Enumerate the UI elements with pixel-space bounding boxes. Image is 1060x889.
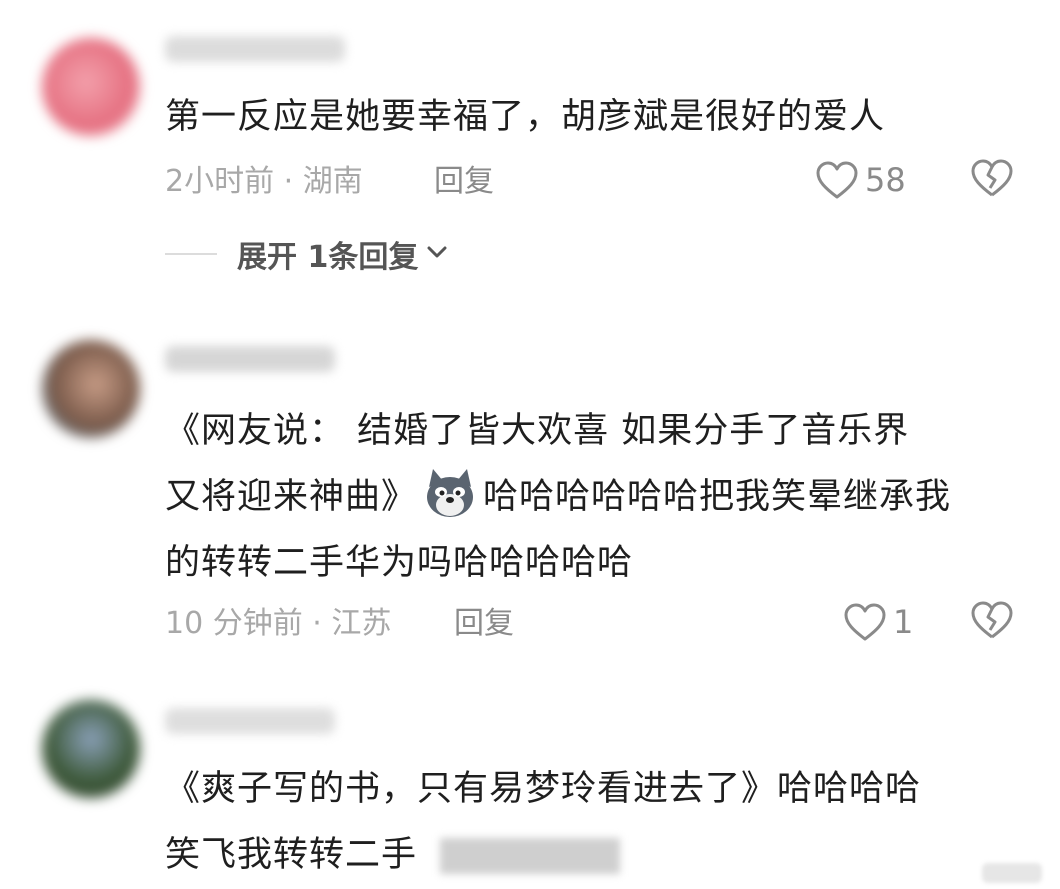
expand-replies-button[interactable]: 展开 1条回复 (165, 234, 448, 275)
broken-heart-icon (970, 159, 1014, 202)
avatar[interactable] (42, 340, 140, 438)
comment-meta: 10 分钟前 · 江苏 (165, 606, 392, 641)
obscured-text (440, 838, 620, 874)
dislike-button[interactable] (970, 600, 1014, 644)
reply-button[interactable]: 回复 (434, 162, 494, 202)
username[interactable] (165, 346, 335, 372)
comment-text-line: 《网友说： 结婚了皆大欢喜 如果分手了音乐界 (165, 411, 910, 451)
comment-text: 第一反应是她要幸福了，胡彦斌是很好的爱人 (165, 84, 1025, 150)
expand-replies-label: 展开 1条回复 (237, 240, 419, 275)
like-button[interactable]: 1 (843, 600, 913, 644)
comment-text-segment: 又将迎来神曲》 (165, 477, 418, 517)
chevron-down-icon (426, 244, 448, 264)
like-button[interactable]: 58 (815, 158, 906, 202)
comment-text-line: 又将迎来神曲》 哈哈哈哈哈哈把我笑晕继承我 (165, 464, 1025, 530)
watermark (982, 863, 1042, 883)
heart-outline-icon (843, 602, 887, 642)
comment-text-line: 第一反应是她要幸福了，胡彦斌是很好的爱人 (165, 97, 886, 137)
heart-outline-icon (815, 160, 859, 200)
comment-meta: 2小时前 · 湖南 (165, 164, 363, 199)
comment-text-segment: 哈哈哈哈哈哈把我笑晕继承我 (483, 477, 952, 517)
comment-text: 《网友说： 结婚了皆大欢喜 如果分手了音乐界 又将迎来神曲》 哈哈哈哈哈哈把我笑… (165, 398, 1025, 596)
comment-text-line: 的转转二手华为吗哈哈哈哈哈 (165, 543, 634, 583)
dislike-button[interactable] (970, 158, 1014, 202)
wolf-emoji-icon (423, 467, 477, 521)
username[interactable] (165, 36, 345, 62)
avatar[interactable] (42, 700, 140, 798)
comment-text-line: 《爽子写的书，只有易梦玲看进去了》哈哈哈哈 (165, 769, 922, 809)
avatar[interactable] (42, 38, 140, 136)
reply-button[interactable]: 回复 (454, 604, 514, 644)
divider (165, 253, 217, 255)
like-count: 58 (865, 161, 906, 199)
username[interactable] (165, 708, 335, 734)
like-count: 1 (893, 603, 914, 641)
broken-heart-icon (970, 601, 1014, 644)
